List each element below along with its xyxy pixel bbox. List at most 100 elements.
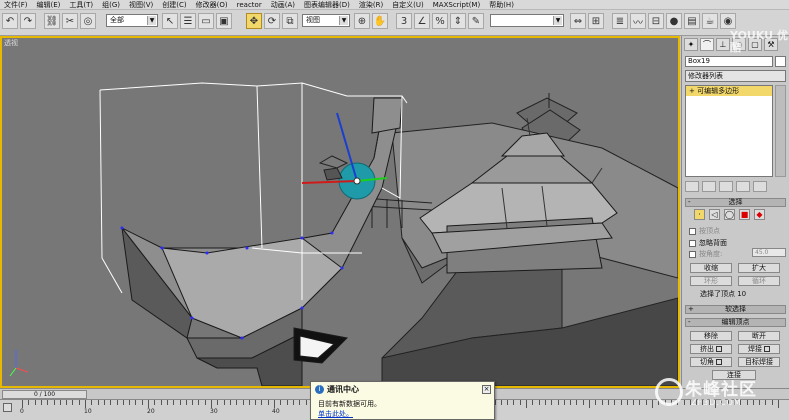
expand-icon[interactable]: + xyxy=(689,87,695,95)
align-icon[interactable]: ⊞ xyxy=(588,13,604,29)
select-manipulate-icon[interactable]: ✋ xyxy=(372,13,388,29)
menu-tools[interactable]: 工具(T) xyxy=(66,0,99,10)
select-link-icon[interactable]: ⛓ xyxy=(44,13,60,29)
menu-animation[interactable]: 动画(A) xyxy=(268,0,301,10)
settings-box-icon[interactable] xyxy=(716,359,722,365)
unlink-icon[interactable]: ✂ xyxy=(62,13,78,29)
zf3d-watermark: 朱峰社区 ZF3D.COM xyxy=(655,372,789,420)
track-tick xyxy=(248,400,250,405)
break-button[interactable]: 断开 xyxy=(738,331,780,341)
stack-item-editable-poly[interactable]: + 可编辑多边形 xyxy=(686,86,772,96)
edit-named-selection-icon[interactable]: ✎ xyxy=(468,13,484,29)
select-scale-icon[interactable]: ⧉ xyxy=(282,13,298,29)
render-frame-icon[interactable]: ☕ xyxy=(702,13,718,29)
percent-snap-icon[interactable]: % xyxy=(432,13,448,29)
render-setup-icon[interactable]: ▤ xyxy=(684,13,700,29)
menu-views[interactable]: 视图(V) xyxy=(126,0,159,10)
close-icon[interactable]: × xyxy=(482,385,491,394)
grow-button[interactable]: 扩大 xyxy=(738,263,780,273)
configure-sets-icon[interactable] xyxy=(753,181,767,192)
notification-link[interactable]: 单击此处。 xyxy=(318,409,353,419)
menu-help[interactable]: 帮助(H) xyxy=(486,0,520,10)
perspective-viewport[interactable]: 透视 xyxy=(0,36,680,388)
loop-button[interactable]: 循环 xyxy=(738,276,780,286)
rollout-edit-vertices[interactable]: - 编辑顶点 xyxy=(685,318,786,327)
by-vertex-checkbox[interactable]: 按顶点 xyxy=(689,226,720,236)
track-tick xyxy=(582,400,584,405)
reference-coord-dropdown[interactable]: 视图 ▼ xyxy=(302,14,350,27)
curve-editor-icon[interactable]: 〰 xyxy=(630,13,646,29)
select-rotate-icon[interactable]: ⟳ xyxy=(264,13,280,29)
modify-tab-icon[interactable]: ⌒ xyxy=(700,38,714,51)
track-tick xyxy=(563,400,565,405)
target-weld-button[interactable]: 目标焊接 xyxy=(738,357,780,367)
track-bar-toggle-icon[interactable] xyxy=(3,403,12,412)
mirror-icon[interactable]: ⇔ xyxy=(570,13,586,29)
layer-manager-icon[interactable]: ≣ xyxy=(612,13,628,29)
menu-graph-editors[interactable]: 图表编辑器(D) xyxy=(301,0,356,10)
menu-create[interactable]: 创建(C) xyxy=(159,0,192,10)
chevron-down-icon: ▼ xyxy=(553,16,562,25)
schematic-view-icon[interactable]: ⊟ xyxy=(648,13,664,29)
menu-maxscript[interactable]: MAXScript(M) xyxy=(430,0,486,10)
menu-customize[interactable]: 自定义(U) xyxy=(389,0,430,10)
weld-button[interactable]: 焊接 xyxy=(738,344,780,354)
show-end-result-icon[interactable] xyxy=(702,181,716,192)
pivot-center-icon[interactable]: ⊕ xyxy=(354,13,370,29)
edge-mode-icon[interactable]: ◁ xyxy=(709,209,720,220)
named-selection-dropdown[interactable]: ▼ xyxy=(490,14,564,27)
hierarchy-tab-icon[interactable]: ⊥ xyxy=(716,38,730,51)
time-slider[interactable]: 0 / 100 xyxy=(2,390,87,399)
menu-rendering[interactable]: 渲染(R) xyxy=(356,0,389,10)
zf-logo-icon xyxy=(655,378,683,406)
menu-modifiers[interactable]: 修改器(O) xyxy=(193,0,234,10)
select-by-name-icon[interactable]: ☰ xyxy=(180,13,196,29)
track-tick xyxy=(97,400,99,405)
object-name-field[interactable]: Box19 xyxy=(685,56,773,67)
shrink-button[interactable]: 收缩 xyxy=(690,263,732,273)
select-object-icon[interactable]: ↖ xyxy=(162,13,178,29)
angle-spinner[interactable]: 45.0 xyxy=(752,248,786,257)
by-angle-checkbox[interactable]: 按角度: xyxy=(689,249,722,259)
ignore-backfacing-checkbox[interactable]: 忽略背面 xyxy=(689,238,727,248)
element-mode-icon[interactable]: ◆ xyxy=(754,209,765,220)
window-crossing-icon[interactable]: ▣ xyxy=(216,13,232,29)
chamfer-button[interactable]: 切角 xyxy=(690,357,732,367)
redo-icon[interactable]: ↷ xyxy=(20,13,36,29)
selection-region-icon[interactable]: ▭ xyxy=(198,13,214,29)
angle-snap-icon[interactable]: ∠ xyxy=(414,13,430,29)
quick-render-icon[interactable]: ◉ xyxy=(720,13,736,29)
main-toolbar: ↶ ↷ ⛓ ✂ ◎ 全部 ▼ ↖ ☰ ▭ ▣ ✥ ⟳ ⧉ 视图 ▼ ⊕ ✋ 3 … xyxy=(0,10,789,36)
menu-edit[interactable]: 编辑(E) xyxy=(34,0,67,10)
modifier-list-dropdown[interactable]: 修改器列表 xyxy=(685,70,786,82)
track-tick xyxy=(507,400,509,405)
vertex-mode-icon[interactable]: · xyxy=(694,209,705,220)
modifier-stack: + 可编辑多边形 xyxy=(685,85,773,177)
settings-box-icon[interactable] xyxy=(716,346,722,352)
select-move-icon[interactable]: ✥ xyxy=(246,13,262,29)
settings-box-icon[interactable] xyxy=(764,346,770,352)
object-color-swatch[interactable] xyxy=(775,56,786,67)
selection-filter-dropdown[interactable]: 全部 ▼ xyxy=(106,14,158,27)
snap-toggle-icon[interactable]: 3 xyxy=(396,13,412,29)
remove-button[interactable]: 移除 xyxy=(690,331,732,341)
undo-icon[interactable]: ↶ xyxy=(2,13,18,29)
track-tick xyxy=(192,400,194,405)
spinner-snap-icon[interactable]: ⇕ xyxy=(450,13,466,29)
menu-group[interactable]: 组(G) xyxy=(99,0,126,10)
border-mode-icon[interactable]: ◯ xyxy=(724,209,735,220)
material-editor-icon[interactable]: ● xyxy=(666,13,682,29)
pin-stack-icon[interactable] xyxy=(685,181,699,192)
create-tab-icon[interactable]: ✦ xyxy=(684,38,698,51)
stack-scrollbar[interactable] xyxy=(775,85,786,177)
menu-reactor[interactable]: reactor xyxy=(234,0,268,10)
extrude-button[interactable]: 挤出 xyxy=(690,344,732,354)
remove-modifier-icon[interactable] xyxy=(736,181,750,192)
menu-file[interactable]: 文件(F) xyxy=(1,0,34,10)
make-unique-icon[interactable] xyxy=(719,181,733,192)
bind-space-warp-icon[interactable]: ◎ xyxy=(80,13,96,29)
ring-button[interactable]: 环形 xyxy=(690,276,732,286)
rollout-soft-selection[interactable]: + 软选择 xyxy=(685,305,786,314)
rollout-selection[interactable]: - 选择 xyxy=(685,198,786,207)
polygon-mode-icon[interactable]: ■ xyxy=(739,209,750,220)
